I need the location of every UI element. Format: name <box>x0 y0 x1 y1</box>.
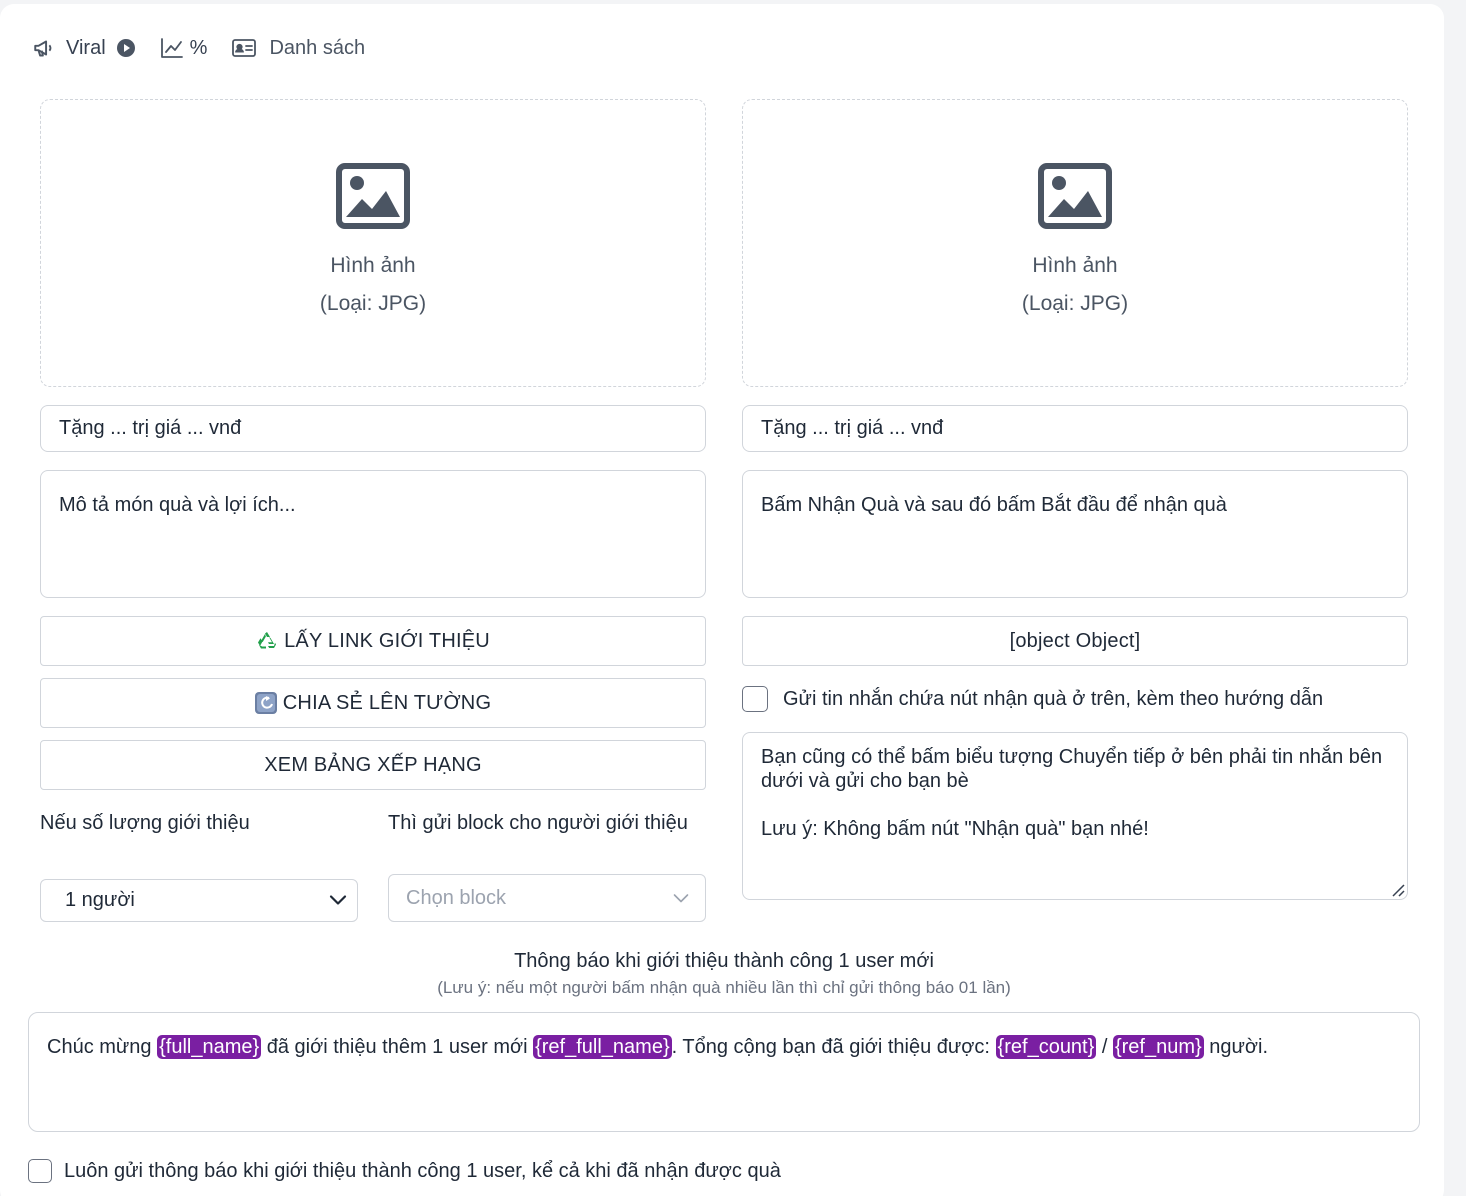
tab-list-label: Danh sách <box>269 36 366 59</box>
recycle-icon <box>256 630 279 652</box>
tab-percent-label: % <box>189 36 208 59</box>
always-send-notify-checkbox[interactable] <box>28 1159 52 1183</box>
get-referral-link-label: LẤY LINK GIỚI THIỆU <box>284 629 490 652</box>
upload-title: Hình ảnh <box>1032 253 1118 277</box>
right-image-upload[interactable]: Hình ảnh (Loại: JPG) <box>742 99 1408 387</box>
left-gift-title-input[interactable]: Tặng ... trị giá ... vnđ <box>40 405 706 452</box>
variable-chip-ref-count[interactable]: {ref_count} <box>995 1035 1097 1059</box>
share-to-wall-button[interactable]: CHIA SẺ LÊN TƯỜNG <box>40 678 706 728</box>
image-icon <box>336 162 410 234</box>
msg-text: đã giới thiệu thêm 1 user mới <box>261 1036 534 1058</box>
receive-gift-label: [object Object] <box>1009 629 1141 652</box>
block-select-placeholder: Chọn block <box>406 886 507 909</box>
msg-text: / <box>1096 1036 1113 1058</box>
msg-text: . Tổng cộng bạn đã giới thiệu được: <box>671 1036 996 1058</box>
variable-chip-ref-num[interactable]: {ref_num} <box>1112 1035 1204 1059</box>
left-image-upload[interactable]: Hình ảnh (Loại: JPG) <box>40 99 706 387</box>
resize-handle-icon[interactable] <box>1389 881 1405 902</box>
block-select[interactable]: Chọn block <box>388 874 706 922</box>
chevron-down-icon <box>329 889 347 912</box>
notify-title: Thông báo khi giới thiệu thành công 1 us… <box>514 950 934 972</box>
send-gift-message-checkbox[interactable] <box>742 686 768 712</box>
chevron-down-icon <box>673 887 689 910</box>
megaphone-icon <box>32 35 58 61</box>
upload-type: (Loại: JPG) <box>319 291 427 315</box>
view-leaderboard-button[interactable]: XEM BẢNG XẾP HẠNG <box>40 740 706 790</box>
right-instruction-input[interactable]: Bấm Nhận Quà và sau đó bấm Bắt đầu để nh… <box>742 470 1408 598</box>
ref-count-select[interactable]: 1 người <box>40 879 358 922</box>
variable-chip-full-name[interactable]: {full_name} <box>157 1035 262 1059</box>
msg-text: người. <box>1203 1036 1269 1058</box>
tab-viral[interactable]: Viral <box>32 35 136 61</box>
play-circle-icon[interactable] <box>116 38 136 58</box>
tab-bar: Viral % Danh sách <box>32 30 389 66</box>
left-gift-description-input[interactable]: Mô tả món quà và lợi ích... <box>40 470 706 598</box>
line-chart-icon <box>160 37 184 59</box>
share-to-wall-label: CHIA SẺ LÊN TƯỜNG <box>282 691 492 714</box>
image-icon <box>1038 162 1112 234</box>
ref-count-select-value: 1 người <box>65 889 135 911</box>
notify-message-editor[interactable]: Chúc mừng {full_name} đã giới thiệu thêm… <box>28 1012 1420 1132</box>
get-referral-link-button[interactable]: LẤY LINK GIỚI THIỆU <box>40 616 706 666</box>
upload-type: (Loại: JPG) <box>1021 291 1129 315</box>
variable-chip-ref-full-name[interactable]: {ref_full_name} <box>533 1035 672 1059</box>
tab-percent[interactable]: % <box>160 36 208 60</box>
always-send-notify-label: Luôn gửi thông báo khi giới thiệu thành … <box>64 1160 781 1182</box>
right-gift-title-input[interactable]: Tặng ... trị giá ... vnđ <box>742 405 1408 452</box>
ref-count-label: Nếu số lượng giới thiệu <box>40 812 250 834</box>
share-arrow-icon <box>254 692 277 714</box>
msg-text: Chúc mừng <box>47 1036 158 1058</box>
receive-gift-button[interactable]: [object Object] <box>742 616 1408 666</box>
view-leaderboard-label: XEM BẢNG XẾP HẠNG <box>264 753 482 776</box>
send-gift-message-label: Gửi tin nhắn chứa nút nhận quà ở trên, k… <box>783 688 1324 710</box>
send-block-label: Thì gửi block cho người giới thiệu <box>388 812 688 834</box>
forward-instruction-textarea[interactable]: Bạn cũng có thể bấm biểu tượng Chuyển ti… <box>742 732 1408 900</box>
tab-viral-label: Viral <box>66 36 106 59</box>
tab-list[interactable]: Danh sách <box>231 37 365 60</box>
notify-note: (Lưu ý: nếu một người bấm nhận quà nhiều… <box>437 978 1011 997</box>
upload-title: Hình ảnh <box>330 253 416 277</box>
contact-card-icon <box>231 37 257 59</box>
